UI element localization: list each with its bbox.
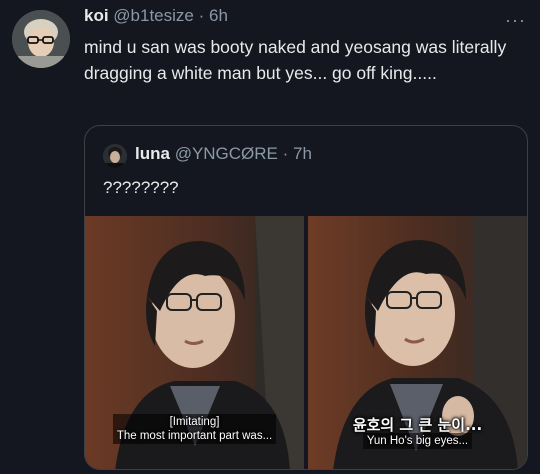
caption-2: Yun Ho's big eyes... — [308, 433, 527, 449]
quote-text: ???????? — [103, 178, 179, 197]
quote-header: luna @YNGCØRE · 7h — [135, 144, 312, 164]
quote-author-handle[interactable]: @YNGCØRE — [175, 144, 278, 163]
caption-1-line1: [Imitating] — [169, 416, 220, 428]
caption-2-line1: Yun Ho's big eyes... — [362, 433, 473, 449]
tweet-time[interactable]: 6h — [209, 6, 228, 25]
media-image-2[interactable]: 윤호의 그 큰 눈이... Yun Ho's big eyes... — [308, 216, 527, 469]
quote-author-name[interactable]: luna — [135, 144, 170, 163]
media-image-1[interactable]: [Imitating] The most important part was.… — [85, 216, 304, 469]
caption-1: [Imitating] The most important part was.… — [85, 414, 304, 444]
author-name[interactable]: koi — [84, 6, 109, 25]
quoted-tweet[interactable]: luna @YNGCØRE · 7h ???????? [Imitating] … — [84, 125, 528, 470]
caption-1-line2: The most important part was... — [116, 430, 273, 442]
quote-avatar[interactable] — [103, 144, 127, 168]
author-handle[interactable]: @b1tesize — [113, 6, 194, 25]
avatar[interactable] — [12, 10, 70, 68]
quote-time[interactable]: 7h — [293, 144, 312, 163]
tweet-header: koi @b1tesize · 6h — [84, 6, 228, 26]
dot-separator: · — [277, 144, 294, 163]
more-icon[interactable]: ··· — [505, 10, 526, 31]
tweet-text: mind u san was booty naked and yeosang w… — [84, 37, 507, 83]
korean-subtitle: 윤호의 그 큰 눈이... — [352, 416, 483, 434]
dot-separator: · — [193, 6, 209, 25]
